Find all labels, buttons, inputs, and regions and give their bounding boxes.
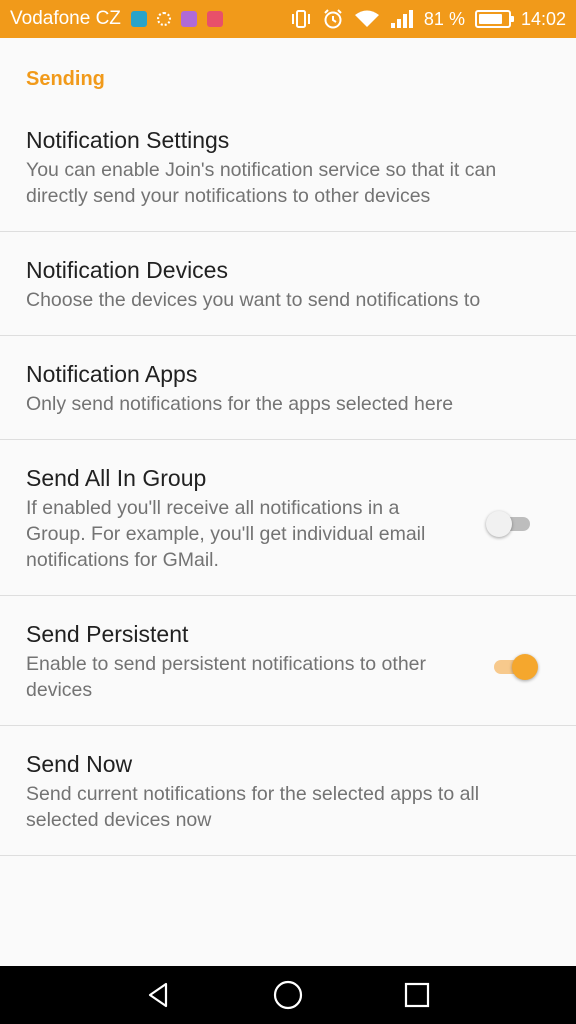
gmail-icon: [206, 11, 223, 27]
wifi-icon: [354, 9, 380, 29]
section-header: Sending: [26, 68, 105, 90]
gallery-icon: [180, 11, 197, 27]
carrier-name: Vodafone CZ: [10, 8, 121, 29]
pref-title: Send All In Group: [26, 465, 207, 491]
clock: 14:02: [520, 8, 566, 29]
toggle-thumb: [512, 653, 538, 680]
preference-list: Notification Settings You can enable Joi…: [0, 102, 576, 856]
pref-title: Notification Devices: [26, 257, 228, 283]
settings-gear-icon: [156, 12, 171, 26]
pref-notification-devices[interactable]: Notification Devices Choose the devices …: [0, 232, 576, 336]
battery-icon: [474, 10, 514, 28]
pref-summary: Send current notifications for the selec…: [26, 783, 480, 831]
pref-notification-apps[interactable]: Notification Apps Only send notification…: [0, 336, 576, 440]
send-all-in-group-toggle[interactable]: [486, 510, 534, 537]
navigation-bar: [0, 966, 576, 1024]
pref-summary: You can enable Join's notification servi…: [26, 159, 497, 207]
pref-title: Notification Settings: [26, 127, 230, 153]
pref-title: Send Now: [26, 751, 133, 777]
pref-title: Notification Apps: [26, 361, 198, 387]
pref-send-persistent[interactable]: Send Persistent Enable to send persisten…: [0, 596, 576, 726]
pref-notification-settings[interactable]: Notification Settings You can enable Joi…: [0, 102, 576, 232]
pref-summary: If enabled you'll receive all notificati…: [26, 497, 426, 571]
pref-summary: Choose the devices you want to send noti…: [26, 289, 481, 311]
recents-icon[interactable]: [387, 970, 447, 1020]
toggle-thumb: [486, 510, 512, 537]
vibrate-icon: [290, 9, 312, 29]
pref-send-all-in-group[interactable]: Send All In Group If enabled you'll rece…: [0, 440, 576, 596]
pref-summary: Only send notifications for the apps sel…: [26, 393, 454, 415]
alarm-icon: [322, 8, 344, 30]
pref-send-now[interactable]: Send Now Send current notifications for …: [0, 726, 576, 856]
home-icon[interactable]: [258, 970, 318, 1020]
send-persistent-toggle[interactable]: [490, 653, 538, 680]
chat-bubble-icon: [130, 11, 147, 27]
battery-level-fill: [478, 14, 502, 24]
back-icon[interactable]: [129, 970, 189, 1020]
pref-summary: Enable to send persistent notifications …: [26, 653, 426, 701]
status-bar: Vodafone CZ 81 % 14:02: [0, 0, 576, 38]
pref-title: Send Persistent: [26, 621, 189, 647]
signal-icon: [390, 9, 414, 29]
battery-percent: 81 %: [423, 8, 465, 29]
